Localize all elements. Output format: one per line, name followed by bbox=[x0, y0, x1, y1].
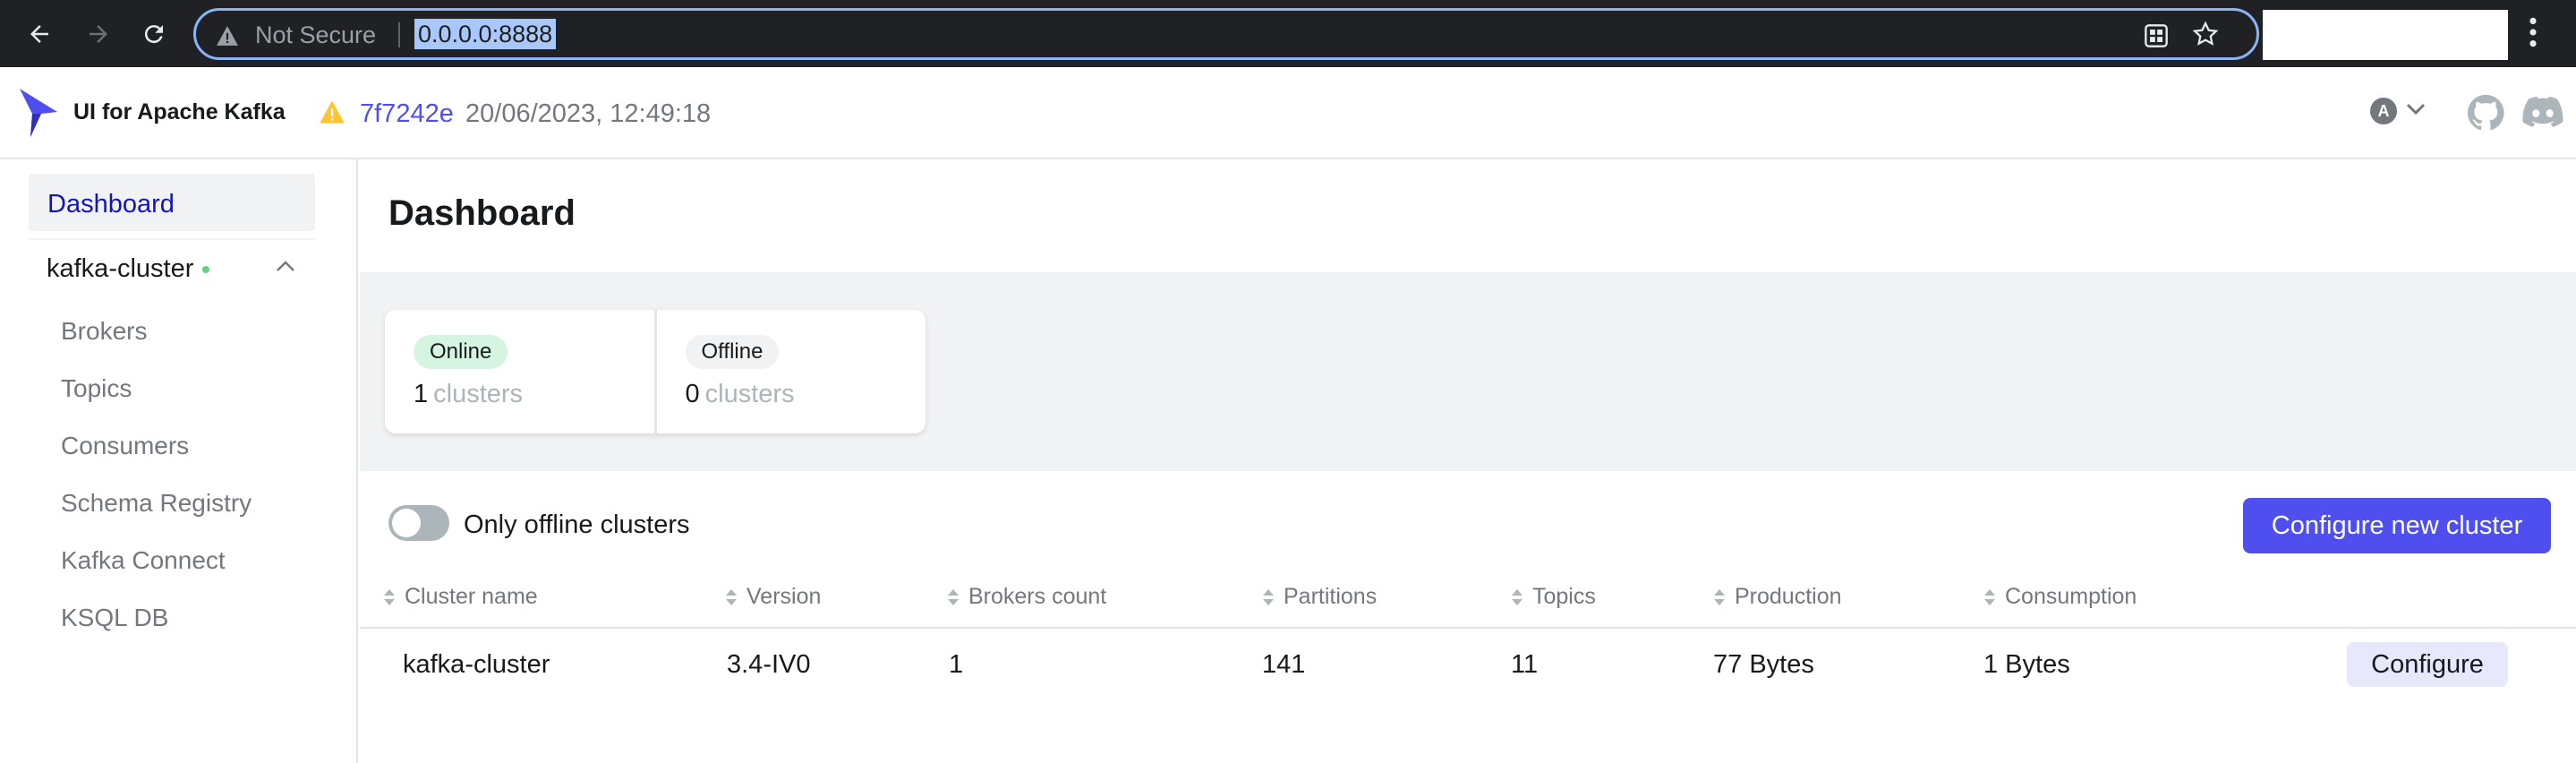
column-header-production[interactable]: Production bbox=[1713, 584, 1842, 610]
sidebar-cluster-name: kafka-cluster bbox=[47, 254, 194, 283]
offline-tag: Offline bbox=[685, 335, 780, 369]
column-header-consumption[interactable]: Consumption bbox=[1983, 584, 2137, 610]
cluster-online-dot bbox=[202, 265, 210, 273]
sidebar-item-topics[interactable]: Topics bbox=[61, 374, 132, 403]
chevron-down-icon bbox=[2406, 103, 2426, 120]
column-header-partitions[interactable]: Partitions bbox=[1262, 584, 1377, 610]
offline-count-value: 0 bbox=[685, 380, 700, 408]
column-label: Consumption bbox=[2005, 584, 2137, 609]
back-icon[interactable] bbox=[21, 16, 57, 52]
app-header: UI for Apache Kafka 7f7242e 20/06/2023, … bbox=[0, 67, 2576, 159]
version-warning-icon bbox=[319, 99, 345, 129]
browser-toolbar: Not Secure 0.0.0.0:8888 bbox=[0, 0, 2576, 67]
sidebar-item-consumers[interactable]: Consumers bbox=[61, 432, 189, 460]
sort-icon bbox=[1713, 588, 1726, 606]
column-header-version[interactable]: Version bbox=[725, 584, 821, 610]
configure-cluster-button[interactable]: Configure bbox=[2347, 642, 2508, 687]
cell-cluster-name[interactable]: kafka-cluster bbox=[403, 650, 550, 680]
reload-icon[interactable] bbox=[136, 16, 172, 52]
address-bar[interactable]: Not Secure 0.0.0.0:8888 bbox=[193, 8, 2259, 60]
version-build-date: 20/06/2023, 12:49:18 bbox=[465, 99, 712, 128]
offline-count-unit: clusters bbox=[704, 380, 795, 408]
column-label: Brokers count bbox=[968, 584, 1107, 609]
table-header-divider bbox=[360, 627, 2576, 629]
column-label: Production bbox=[1735, 584, 1842, 609]
cell-partitions: 141 bbox=[1262, 650, 1306, 679]
online-count-unit: clusters bbox=[433, 380, 524, 408]
security-label[interactable]: Not Secure bbox=[255, 21, 376, 49]
column-label: Topics bbox=[1532, 584, 1596, 609]
sidebar: Dashboard kafka-cluster Brokers Topics C… bbox=[0, 159, 358, 763]
offline-clusters-label[interactable]: Only offline clusters bbox=[464, 510, 690, 540]
user-avatar: A bbox=[2370, 98, 2397, 124]
sort-icon bbox=[1262, 588, 1275, 606]
cell-consumption: 1 Bytes bbox=[1983, 650, 2070, 679]
metrics-card: Online 1 clusters Offline 0 clusters bbox=[385, 310, 925, 433]
forward-icon[interactable] bbox=[81, 16, 116, 52]
sidebar-item-kafka-connect[interactable]: Kafka Connect bbox=[61, 546, 226, 575]
sidebar-item-ksql-db[interactable]: KSQL DB bbox=[61, 604, 168, 632]
main-content: Dashboard Online 1 clusters Offline 0 clus… bbox=[360, 159, 2576, 763]
configure-new-cluster-button[interactable]: Configure new cluster bbox=[2243, 498, 2551, 553]
chevron-up-icon[interactable] bbox=[276, 260, 295, 277]
column-header-topics[interactable]: Topics bbox=[1511, 584, 1596, 610]
warning-triangle-icon bbox=[216, 25, 239, 51]
column-header-brokers-count[interactable]: Brokers count bbox=[947, 584, 1106, 610]
version-commit-link[interactable]: 7f7242e bbox=[360, 99, 454, 129]
column-label: Partitions bbox=[1284, 584, 1378, 609]
column-label: Version bbox=[746, 584, 822, 609]
cell-topics: 11 bbox=[1511, 650, 1539, 679]
toggle-knob bbox=[392, 509, 421, 537]
sort-icon bbox=[1983, 588, 1996, 606]
app-name[interactable]: UI for Apache Kafka bbox=[73, 99, 286, 125]
url-text[interactable]: 0.0.0.0:8888 bbox=[414, 19, 557, 49]
page-title: Dashboard bbox=[388, 193, 576, 233]
extensions-grid-icon[interactable] bbox=[2144, 23, 2169, 53]
sort-icon bbox=[1511, 588, 1523, 606]
cell-brokers-count: 1 bbox=[949, 650, 964, 679]
address-divider bbox=[398, 22, 400, 47]
online-count-value: 1 bbox=[414, 380, 429, 408]
bookmark-star-icon[interactable] bbox=[2192, 21, 2219, 52]
sidebar-divider bbox=[29, 238, 315, 240]
sort-icon bbox=[947, 588, 960, 606]
offline-clusters-toggle[interactable] bbox=[388, 505, 449, 541]
online-count: 1 clusters bbox=[414, 380, 523, 409]
cell-version: 3.4-IV0 bbox=[727, 650, 811, 679]
kafka-ui-logo-icon[interactable] bbox=[18, 87, 61, 143]
discord-icon[interactable] bbox=[2522, 96, 2563, 133]
github-icon[interactable] bbox=[2467, 94, 2504, 136]
sort-icon bbox=[383, 588, 396, 606]
cell-production: 77 Bytes bbox=[1713, 650, 1814, 679]
column-label: Cluster name bbox=[405, 584, 538, 609]
sidebar-item-brokers[interactable]: Brokers bbox=[61, 317, 147, 346]
sidebar-item-schema-registry[interactable]: Schema Registry bbox=[61, 489, 252, 518]
profile-area[interactable] bbox=[2263, 10, 2508, 60]
sort-icon bbox=[725, 588, 738, 606]
online-tag: Online bbox=[414, 335, 508, 369]
column-header-cluster-name[interactable]: Cluster name bbox=[383, 584, 538, 610]
more-vertical-icon[interactable] bbox=[2528, 16, 2538, 53]
sidebar-item-dashboard[interactable]: Dashboard bbox=[29, 174, 315, 231]
user-menu[interactable]: A bbox=[2370, 98, 2426, 124]
offline-count: 0 clusters bbox=[686, 380, 795, 409]
sidebar-cluster-toggle[interactable]: kafka-cluster bbox=[47, 254, 210, 284]
metric-online: Online 1 clusters bbox=[385, 310, 654, 433]
metric-offline: Offline 0 clusters bbox=[653, 310, 926, 433]
metrics-section: Online 1 clusters Offline 0 clusters bbox=[360, 272, 2576, 471]
